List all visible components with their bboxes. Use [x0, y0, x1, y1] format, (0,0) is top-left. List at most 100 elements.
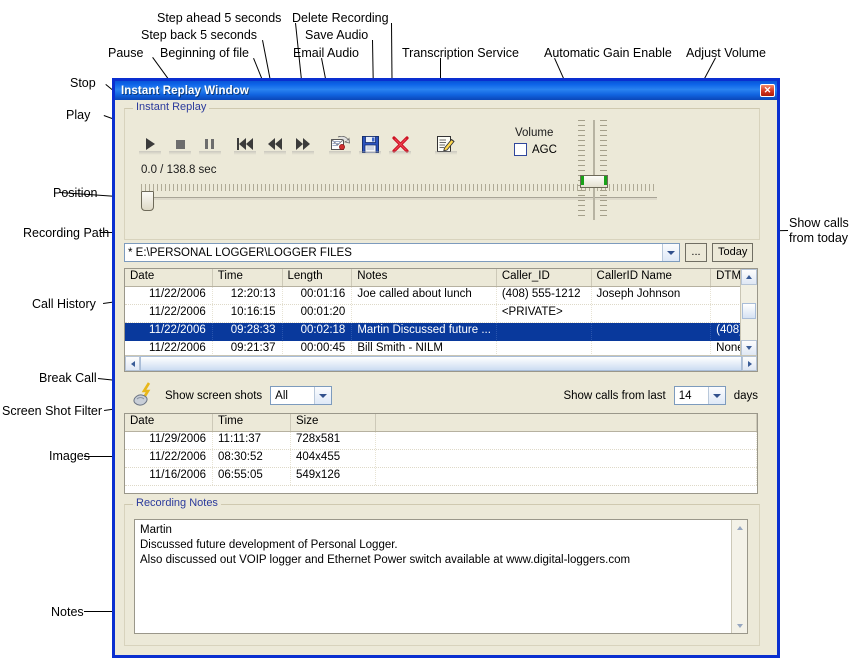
window-client-area: Instant Replay 0.0 / 138.8 sec Volume AG… [115, 100, 777, 655]
break-call-button[interactable] [131, 382, 157, 406]
days-suffix-label: days [733, 389, 758, 402]
table-row[interactable]: 11/22/2006 09:28:33 00:02:18 Martin Discuss… [125, 323, 757, 341]
volume-slider-thumb[interactable] [580, 175, 608, 188]
table-row[interactable]: 11/16/2006 06:55:05 549x126 [125, 468, 757, 486]
email-icon [330, 135, 350, 150]
table-row[interactable]: 11/22/2006 08:30:52 404x455 [125, 450, 757, 468]
transcription-service-button[interactable] [433, 132, 459, 156]
annotation-show-calls-today-2: from today [789, 231, 849, 245]
cell-notes [352, 305, 497, 322]
recording-path-value: * E:\PERSONAL LOGGER\LOGGER FILES [128, 246, 352, 259]
browse-button[interactable]: ... [685, 243, 707, 262]
agc-checkbox-row[interactable]: AGC [514, 143, 557, 156]
scroll-right-icon[interactable] [742, 356, 757, 371]
cell-notes: Joe called about lunch [352, 287, 497, 304]
step-ahead-button[interactable] [290, 132, 316, 156]
volume-slider[interactable] [574, 120, 614, 220]
agc-checkbox[interactable] [514, 143, 527, 156]
close-icon[interactable]: ✕ [760, 84, 775, 97]
skip-back-icon [236, 138, 254, 150]
chevron-down-icon[interactable] [662, 244, 679, 261]
annotation-step-ahead: Step ahead 5 seconds [157, 11, 282, 25]
scroll-down-icon[interactable] [741, 340, 757, 356]
recording-notes-textarea[interactable]: Martin Discussed future development of Pe… [134, 519, 748, 634]
filter-row: Show screen shots All Show calls from la… [165, 386, 758, 405]
vscroll-thumb[interactable] [742, 303, 756, 319]
col-img-blank [376, 414, 757, 431]
volume-ticks-left [578, 120, 585, 220]
position-slider-thumb[interactable] [141, 191, 154, 211]
cell-blank [376, 432, 757, 449]
cell-caller_name [592, 305, 712, 322]
scroll-up-icon[interactable] [741, 269, 757, 285]
table-row[interactable]: 11/22/2006 10:16:15 00:01:20 <PRIVATE> [125, 305, 757, 323]
cell-blank [376, 468, 757, 485]
col-notes[interactable]: Notes [352, 269, 497, 286]
window-title-bar[interactable]: Instant Replay Window ✕ [115, 81, 777, 100]
email-audio-button[interactable] [327, 132, 353, 156]
table-row[interactable]: 11/22/2006 12:20:13 00:01:16 Joe called abo… [125, 287, 757, 305]
recording-path-combo[interactable]: * E:\PERSONAL LOGGER\LOGGER FILES [124, 243, 680, 262]
cell-date: 11/16/2006 [125, 468, 213, 485]
col-caller-id[interactable]: Caller_ID [497, 269, 592, 286]
call-history-vscrollbar[interactable] [740, 269, 757, 356]
cell-caller_name: Joseph Johnson [592, 287, 712, 304]
time-readout: 0.0 / 138.8 sec [141, 164, 217, 176]
stop-button[interactable] [167, 132, 193, 156]
cell-time: 11:11:37 [213, 432, 291, 449]
cell-caller_id: <PRIVATE> [497, 305, 592, 322]
cell-length: 00:01:20 [283, 305, 353, 322]
col-date[interactable]: Date [125, 269, 213, 286]
images-header: Date Time Size [125, 414, 757, 432]
hscroll-track[interactable] [140, 356, 742, 371]
instant-replay-window: Instant Replay Window ✕ Instant Replay 0… [112, 78, 780, 658]
annotation-call-history: Call History [32, 297, 96, 311]
annotation-automatic-gain: Automatic Gain Enable [544, 46, 672, 60]
step-back-button[interactable] [262, 132, 288, 156]
cell-caller_name [592, 323, 712, 340]
annotation-delete-recording: Delete Recording [292, 11, 389, 25]
show-calls-from-last-label: Show calls from last [563, 389, 666, 402]
save-audio-button[interactable] [357, 132, 383, 156]
days-filter-combo[interactable]: 14 [673, 386, 726, 405]
screen-shots-filter-value: All [275, 389, 288, 402]
col-img-size[interactable]: Size [291, 414, 376, 431]
play-button[interactable] [137, 132, 163, 156]
chevron-down-icon[interactable] [314, 387, 332, 404]
cell-caller_id: (408) 555-1212 [497, 287, 592, 304]
images-grid[interactable]: Date Time Size 11/29/2006 11:11:37 728x581… [124, 413, 758, 494]
table-row[interactable]: 11/29/2006 11:11:37 728x581 [125, 432, 757, 450]
annotation-pause: Pause [108, 46, 144, 60]
call-history-grid[interactable]: Date Time Length Notes Caller_ID CallerI… [124, 268, 758, 372]
pause-button[interactable] [197, 132, 223, 156]
cell-date: 11/22/2006 [125, 323, 213, 340]
volume-ticks-right [600, 120, 607, 220]
col-length[interactable]: Length [283, 269, 353, 286]
col-callerid-name[interactable]: CallerID Name [592, 269, 712, 286]
col-img-time[interactable]: Time [213, 414, 291, 431]
hscroll-thumb[interactable] [140, 356, 742, 371]
scroll-up-icon[interactable] [732, 520, 747, 535]
annotation-transcription-service: Transcription Service [402, 46, 519, 60]
annotation-show-calls-today-1: Show calls [789, 216, 849, 230]
col-img-date[interactable]: Date [125, 414, 213, 431]
cell-time: 09:28:33 [213, 323, 283, 340]
scroll-left-icon[interactable] [125, 356, 140, 371]
chevron-down-icon[interactable] [707, 387, 725, 404]
notes-vscrollbar[interactable] [731, 520, 747, 633]
screen-shots-filter-combo[interactable]: All [270, 386, 333, 405]
fast-forward-icon [296, 138, 310, 150]
annotation-recording-path: Recording Path [23, 226, 110, 240]
delete-recording-button[interactable] [387, 132, 413, 156]
annotation-screen-shot-filter: Screen Shot Filter [2, 404, 103, 418]
call-history-hscrollbar[interactable] [125, 355, 757, 371]
col-time[interactable]: Time [213, 269, 283, 286]
volume-slider-track[interactable] [593, 120, 595, 220]
scroll-down-icon[interactable] [732, 618, 747, 633]
volume-label: Volume [515, 127, 554, 139]
cell-notes: Martin Discussed future ... [352, 323, 497, 340]
cell-date: 11/22/2006 [125, 305, 213, 322]
beginning-of-file-button[interactable] [232, 132, 258, 156]
note-line: Martin [140, 524, 172, 536]
today-button[interactable]: Today [712, 243, 754, 262]
